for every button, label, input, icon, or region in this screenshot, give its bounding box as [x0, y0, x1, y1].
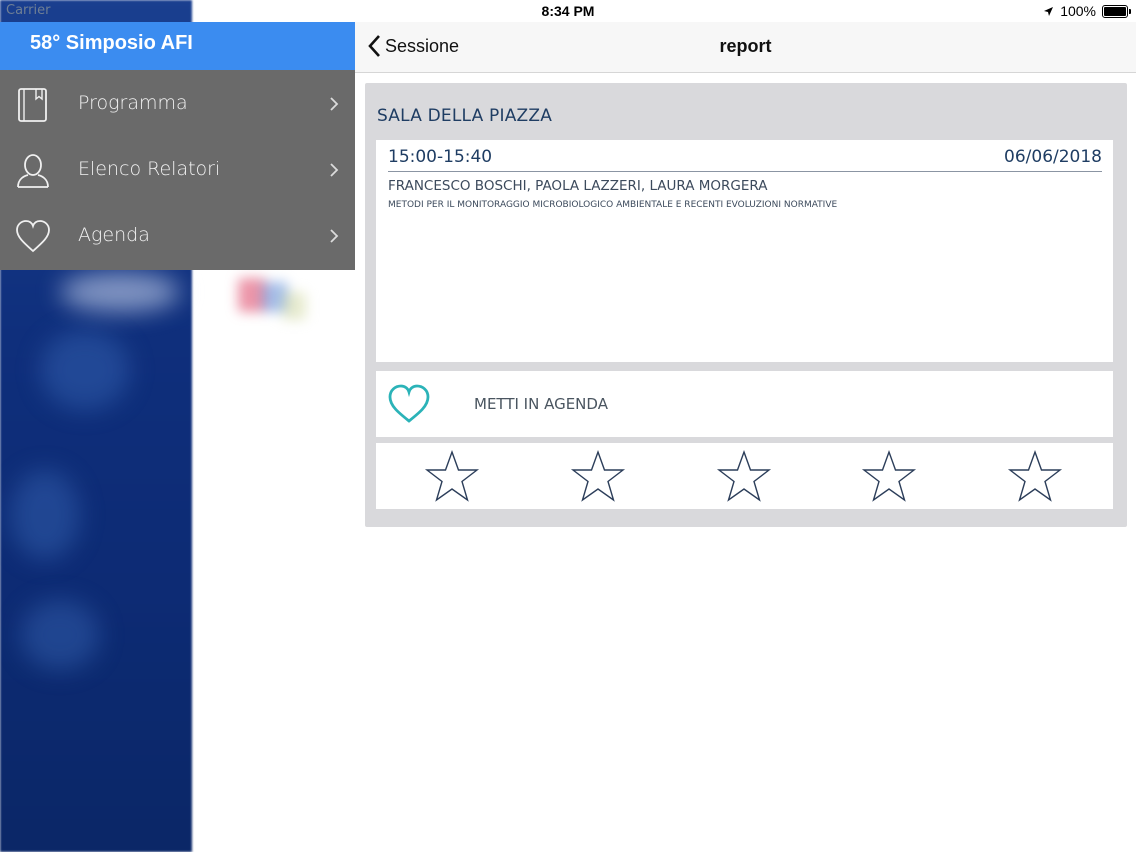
menu-item-label: Programma — [78, 92, 188, 114]
location-arrow-icon — [1044, 6, 1054, 16]
session-speakers: FRANCESCO BOSCHI, PAOLA LAZZERI, LAURA M… — [388, 178, 768, 194]
session-date: 06/06/2018 — [1004, 147, 1102, 167]
star-icon[interactable] — [424, 449, 480, 505]
session-card: SALA DELLA PIAZZA 15:00-15:40 06/06/2018… — [365, 83, 1127, 527]
star-icon[interactable] — [1007, 449, 1063, 505]
rating-stars — [376, 443, 1113, 509]
blurred-logo — [232, 272, 314, 330]
status-right: 100% — [1043, 3, 1131, 19]
menu-item-agenda[interactable]: Agenda — [0, 203, 355, 269]
room-name: SALA DELLA PIAZZA — [377, 106, 553, 126]
background-blur-spot — [10, 470, 80, 560]
side-menu: Programma Elenco Relatori Agenda — [0, 70, 355, 270]
menu-item-programma[interactable]: Programma — [0, 71, 355, 137]
chevron-right-icon — [330, 229, 339, 243]
heart-icon — [16, 220, 50, 253]
star-icon[interactable] — [861, 449, 917, 505]
session-time: 15:00-15:40 — [388, 147, 493, 167]
side-menu-header: 58° Simposio AFI — [0, 22, 355, 70]
menu-item-label: Elenco Relatori — [78, 158, 221, 180]
background-blur-spot — [60, 272, 180, 312]
menu-item-elenco-relatori[interactable]: Elenco Relatori — [0, 137, 355, 203]
battery-percent: 100% — [1060, 3, 1096, 19]
side-menu-title: 58° Simposio AFI — [30, 32, 193, 54]
star-icon[interactable] — [716, 449, 772, 505]
add-to-agenda-button[interactable]: METTI IN AGENDA — [376, 371, 1113, 437]
status-bar: Carrier 8:34 PM 100% — [0, 0, 1136, 22]
battery-icon — [1102, 4, 1131, 18]
divider — [388, 171, 1102, 172]
page-title: report — [719, 36, 772, 56]
chevron-right-icon — [330, 163, 339, 177]
add-to-agenda-label: METTI IN AGENDA — [474, 395, 608, 413]
menu-item-label: Agenda — [78, 224, 150, 246]
chevron-right-icon — [330, 97, 339, 111]
background-blur-spot — [20, 600, 100, 670]
clock: 8:34 PM — [541, 3, 595, 19]
navigation-bar: Sessione report — [355, 22, 1136, 73]
background-blur-spot — [40, 330, 130, 410]
session-subject: METODI PER IL MONITORAGGIO MICROBIOLOGIC… — [388, 200, 838, 210]
person-icon — [17, 154, 49, 188]
book-icon — [18, 88, 47, 122]
session-info: 15:00-15:40 06/06/2018 FRANCESCO BOSCHI,… — [376, 140, 1113, 362]
heart-outline-icon — [388, 384, 430, 423]
star-icon[interactable] — [570, 449, 626, 505]
